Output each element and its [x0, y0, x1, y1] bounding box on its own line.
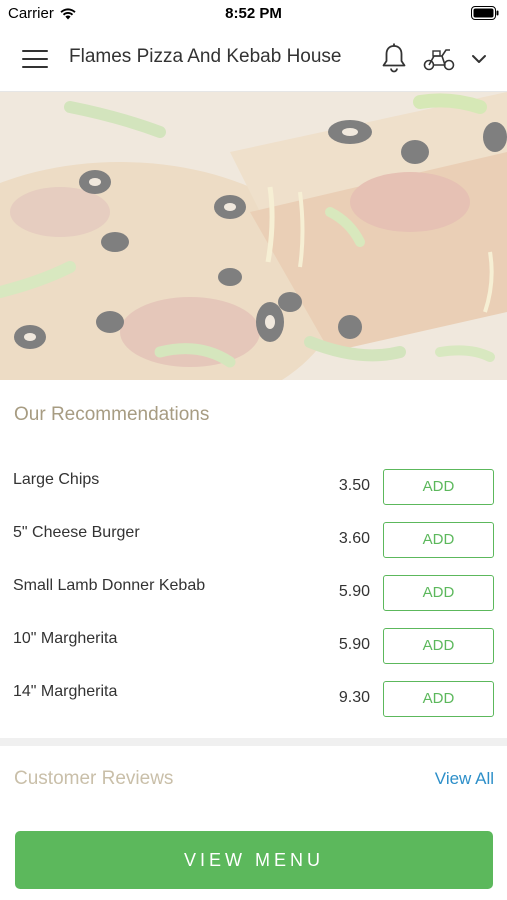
list-item: 5" Cheese Burger 3.60 ADD: [0, 522, 507, 575]
add-button[interactable]: ADD: [383, 628, 494, 664]
item-price: 3.50: [338, 477, 370, 494]
pizza-photo: [0, 92, 507, 380]
bell-icon[interactable]: [380, 42, 408, 74]
hamburger-icon[interactable]: [22, 47, 48, 71]
chevron-down-icon[interactable]: [468, 48, 490, 70]
list-item: 14" Margherita 9.30 ADD: [0, 681, 507, 734]
view-all-link[interactable]: View All: [435, 769, 494, 789]
app-header: Flames Pizza And Kebab House: [0, 26, 507, 92]
page-title: Flames Pizza And Kebab House: [69, 46, 342, 67]
list-item: Small Lamb Donner Kebab 5.90 ADD: [0, 575, 507, 628]
item-name: Large Chips: [13, 471, 100, 488]
item-name: 5" Cheese Burger: [13, 524, 140, 541]
recommendations-section: Our Recommendations Large Chips 3.50 ADD…: [0, 380, 507, 738]
section-divider: [0, 738, 507, 746]
add-button[interactable]: ADD: [383, 469, 494, 505]
item-name: 14" Margherita: [13, 683, 118, 700]
item-price: 3.60: [338, 530, 370, 547]
footer-bar: VIEW MENU: [0, 816, 507, 900]
list-item: Large Chips 3.50 ADD: [0, 469, 507, 522]
item-price: 5.90: [338, 583, 370, 600]
add-button[interactable]: ADD: [383, 522, 494, 558]
recommendations-title: Our Recommendations: [14, 404, 210, 425]
add-button[interactable]: ADD: [383, 681, 494, 717]
scooter-icon[interactable]: [422, 45, 456, 73]
item-price: 9.30: [338, 689, 370, 706]
item-name: Small Lamb Donner Kebab: [13, 577, 206, 594]
item-price: 5.90: [338, 636, 370, 653]
item-name: 10" Margherita: [13, 630, 118, 647]
list-item: 10" Margherita 5.90 ADD: [0, 628, 507, 681]
add-button[interactable]: ADD: [383, 575, 494, 611]
reviews-section: Customer Reviews View All: [0, 746, 507, 816]
view-menu-button[interactable]: VIEW MENU: [15, 831, 493, 889]
reviews-title: Customer Reviews: [14, 768, 174, 789]
status-bar: Carrier 8:52 PM: [0, 0, 507, 26]
hero-image: [0, 92, 507, 380]
battery-icon: [471, 6, 499, 20]
status-time: 8:52 PM: [225, 5, 282, 22]
